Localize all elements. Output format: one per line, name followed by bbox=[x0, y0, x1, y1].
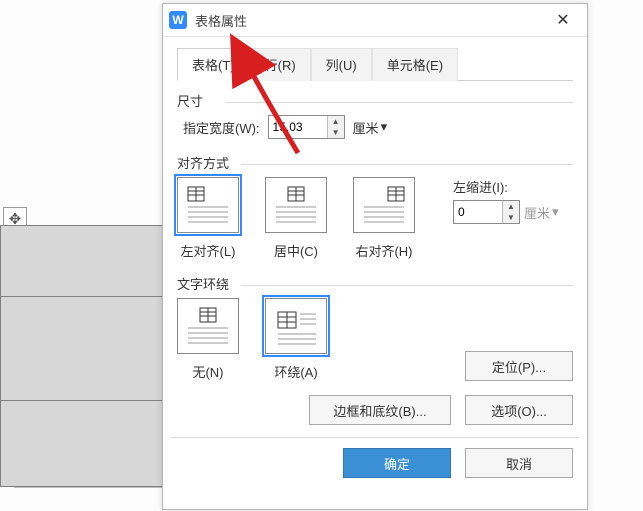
table-properties-dialog: W 表格属性 ✕ 表格(T) 行(R) 列(U) 单元格(E) 尺寸 指定宽度(… bbox=[162, 3, 588, 510]
indent-unit-select[interactable]: 厘米 ▾ bbox=[524, 203, 559, 222]
width-stepper[interactable]: ▲ ▼ bbox=[268, 115, 345, 139]
align-left-option[interactable]: 左对齐(L) bbox=[177, 177, 239, 260]
border-shading-button[interactable]: 边框和底纹(B)... bbox=[309, 395, 451, 425]
width-unit-select[interactable]: 厘米 ▾ bbox=[353, 118, 388, 137]
dialog-title: 表格属性 bbox=[195, 11, 545, 30]
indent-step-up-icon[interactable]: ▲ bbox=[503, 201, 519, 212]
group-align-legend: 对齐方式 bbox=[177, 153, 573, 172]
align-center-icon bbox=[265, 177, 327, 233]
group-size-legend: 尺寸 bbox=[177, 91, 573, 110]
wrap-around-option[interactable]: 环绕(A) bbox=[265, 298, 327, 381]
chevron-down-icon: ▾ bbox=[552, 204, 559, 220]
group-align: 对齐方式 左对齐(L) 居中(C) bbox=[177, 153, 573, 260]
align-center-option[interactable]: 居中(C) bbox=[265, 177, 327, 260]
options-row: 边框和底纹(B)... 选项(O)... bbox=[177, 395, 573, 425]
tab-row[interactable]: 行(R) bbox=[250, 48, 311, 81]
wrap-none-icon bbox=[177, 298, 239, 354]
width-step-down-icon[interactable]: ▼ bbox=[328, 127, 344, 138]
dialog-footer: 确定 取消 bbox=[177, 448, 573, 478]
group-size: 尺寸 指定宽度(W): ▲ ▼ 厘米 ▾ bbox=[177, 91, 573, 139]
indent-label: 左缩进(I): bbox=[453, 177, 559, 196]
tab-table[interactable]: 表格(T) bbox=[177, 48, 250, 81]
position-button[interactable]: 定位(P)... bbox=[465, 351, 573, 381]
width-unit-label: 厘米 bbox=[353, 118, 379, 137]
indent-stepper[interactable]: ▲ ▼ bbox=[453, 200, 520, 224]
align-right-icon bbox=[353, 177, 415, 233]
align-left-icon bbox=[177, 177, 239, 233]
align-left-label: 左对齐(L) bbox=[181, 241, 236, 260]
ok-button[interactable]: 确定 bbox=[343, 448, 451, 478]
tab-column[interactable]: 列(U) bbox=[311, 48, 372, 81]
wrap-around-icon bbox=[265, 298, 327, 354]
close-icon[interactable]: ✕ bbox=[545, 10, 581, 30]
group-wrap: 文字环绕 无(N) 环绕(A) bbox=[177, 274, 573, 381]
background-table-column bbox=[0, 225, 166, 487]
align-right-label: 右对齐(H) bbox=[355, 241, 412, 260]
indent-input[interactable] bbox=[454, 201, 502, 223]
align-right-option[interactable]: 右对齐(H) bbox=[353, 177, 415, 260]
width-label: 指定宽度(W): bbox=[183, 118, 260, 137]
cancel-button[interactable]: 取消 bbox=[465, 448, 573, 478]
wrap-none-option[interactable]: 无(N) bbox=[177, 298, 239, 381]
align-center-label: 居中(C) bbox=[274, 241, 318, 260]
width-input[interactable] bbox=[269, 116, 327, 138]
indent-unit-label: 厘米 bbox=[524, 203, 550, 222]
tab-bar: 表格(T) 行(R) 列(U) 单元格(E) bbox=[177, 47, 573, 81]
options-button[interactable]: 选项(O)... bbox=[465, 395, 573, 425]
width-step-up-icon[interactable]: ▲ bbox=[328, 116, 344, 127]
indent-step-down-icon[interactable]: ▼ bbox=[503, 212, 519, 223]
wrap-around-label: 环绕(A) bbox=[274, 362, 317, 381]
dialog-titlebar: W 表格属性 ✕ bbox=[163, 4, 587, 37]
tab-cell[interactable]: 单元格(E) bbox=[372, 48, 458, 81]
wrap-none-label: 无(N) bbox=[192, 362, 223, 381]
chevron-down-icon: ▾ bbox=[381, 119, 388, 135]
group-wrap-legend: 文字环绕 bbox=[177, 274, 573, 293]
background-ruler bbox=[14, 487, 164, 498]
app-icon: W bbox=[169, 11, 187, 29]
